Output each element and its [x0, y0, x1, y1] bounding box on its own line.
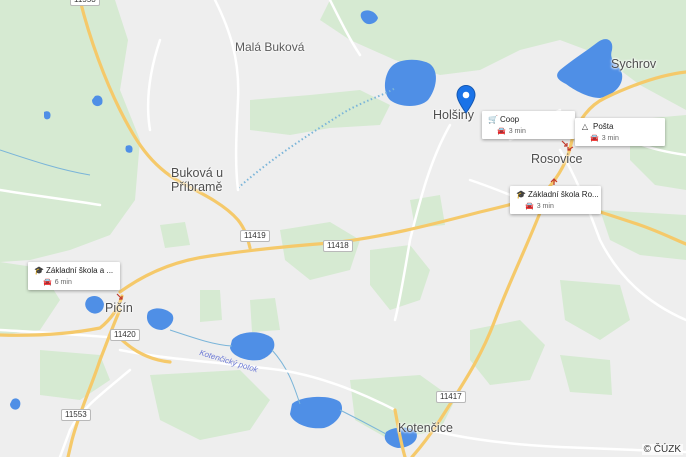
poi-pointer-zs-picin	[116, 293, 123, 300]
car-icon: 🚘	[525, 203, 534, 210]
car-icon: 🚘	[590, 135, 599, 142]
poi-pointer-posta	[567, 146, 574, 151]
car-icon: 🚘	[497, 128, 506, 135]
place-label-picin: Pičín	[105, 301, 133, 315]
poi-card-zs-picin[interactable]: 🎓 Základní škola a ... 🚘 6 min	[28, 262, 120, 290]
road-shield-11418: 11418	[323, 240, 353, 252]
road-shield-11417: 11417	[436, 391, 466, 403]
school-icon: 🎓	[516, 190, 526, 199]
place-label-mala-bukova: Malá Buková	[235, 40, 305, 54]
place-label-bukova-line1: Buková u	[171, 166, 224, 180]
map-canvas[interactable]: Malá Buková Holšiny Sychrov Rosovice Buk…	[0, 0, 686, 457]
cart-icon: 🛒	[488, 115, 498, 124]
location-pin-icon[interactable]	[455, 84, 477, 114]
poi-card-posta[interactable]: △ Pošta 🚘 3 min	[575, 118, 665, 146]
poi-travel-time: 3 min	[536, 203, 554, 210]
map-copyright: © ČÚZK	[641, 444, 683, 455]
road-shield-11419: 11419	[240, 230, 270, 242]
road-shield-top: 11553	[70, 0, 100, 6]
poi-card-zs-rosovice[interactable]: 🎓 Základní škola Ro... 🚘 3 min	[510, 186, 601, 214]
road-shield-11553: 11553	[61, 409, 91, 421]
place-label-rosovice: Rosovice	[531, 152, 583, 166]
map-base-layer	[0, 0, 686, 457]
poi-card-coop[interactable]: 🛒 Coop 🚘 3 min	[482, 111, 575, 139]
poi-name: Základní škola Ro...	[528, 190, 599, 199]
road-shield-11420: 11420	[110, 329, 140, 341]
post-icon: △	[581, 122, 589, 131]
place-label-bukova-u-pribrame: Buková u Příbramě	[171, 166, 223, 194]
poi-pointer-zs-rosovice	[550, 178, 558, 185]
place-label-sychrov: Sychrov	[611, 57, 657, 71]
poi-name: Pošta	[593, 122, 614, 131]
school-icon: 🎓	[34, 266, 44, 275]
place-label-bukova-line2: Příbramě	[171, 180, 223, 194]
poi-name: Coop	[500, 115, 520, 124]
poi-name: Základní škola a ...	[46, 266, 114, 275]
poi-travel-time: 3 min	[601, 135, 619, 142]
poi-travel-time: 3 min	[508, 128, 526, 135]
place-label-kotencice: Kotenčice	[398, 421, 453, 435]
car-icon: 🚘	[43, 279, 52, 286]
poi-travel-time: 6 min	[54, 279, 72, 286]
